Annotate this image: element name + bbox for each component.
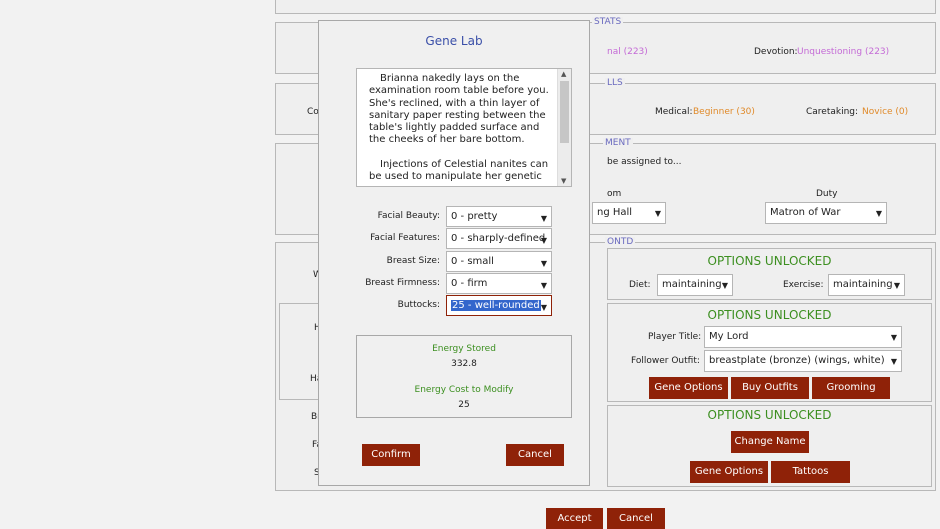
scroll-up-icon[interactable]: ▲	[561, 70, 566, 78]
duty-select[interactable]: Matron of War ▼	[765, 202, 887, 224]
gene-lab-dialog: Gene Lab Brianna nakedly lays on the exa…	[318, 20, 590, 486]
cancel-button[interactable]: Cancel	[607, 508, 665, 529]
field-label: Facial Beauty:	[377, 211, 440, 221]
diet-label: Diet:	[629, 280, 651, 290]
chevron-down-icon: ▼	[540, 281, 547, 290]
dialog-title: Gene Lab	[425, 34, 483, 48]
chevron-down-icon: ▼	[893, 281, 900, 290]
devotion-label: Devotion:	[754, 47, 798, 57]
devotion-value: Unquestioning (223)	[797, 47, 890, 57]
energy-cost-label: Energy Cost to Modify	[414, 385, 514, 395]
caretaking-value: Novice (0)	[862, 107, 909, 117]
panel-title: OPTIONS UNLOCKED	[707, 254, 832, 268]
duty-select-value: Matron of War	[770, 207, 841, 218]
exercise-select-value: maintaining	[833, 279, 893, 290]
description-textarea[interactable]: Brianna nakedly lays on the examination …	[356, 68, 572, 187]
panel-title: OPTIONS UNLOCKED	[707, 408, 832, 422]
chevron-down-icon: ▼	[540, 259, 547, 268]
description-paragraph: Brianna nakedly lays on the examination …	[369, 73, 549, 146]
scroll-down-icon[interactable]: ▼	[561, 177, 566, 185]
player-title-label: Player Title:	[648, 332, 702, 342]
buy-outfits-button[interactable]: Buy Outfits	[731, 377, 809, 399]
field-label: Facial Features:	[370, 233, 440, 243]
diet-select-value: maintaining	[662, 279, 722, 290]
field-label: Breast Firmness:	[365, 278, 440, 288]
field-value: 0 - pretty	[451, 211, 498, 222]
gene-options-button[interactable]: Gene Options	[649, 377, 728, 399]
dialog-cancel-button[interactable]: Cancel	[506, 444, 564, 466]
chevron-down-icon: ▼	[721, 281, 728, 290]
energy-box: Energy Stored 332.8 Energy Cost to Modif…	[356, 335, 572, 418]
energy-stored-label: Energy Stored	[432, 344, 496, 354]
field-value: 0 - small	[451, 256, 494, 267]
scroll-thumb[interactable]	[560, 81, 569, 143]
room-select[interactable]: ng Hall ▼	[592, 202, 666, 224]
textarea-scrollbar[interactable]: ▲ ▼	[557, 69, 571, 186]
grooming-button[interactable]: Grooming	[812, 377, 890, 399]
diet-select[interactable]: maintaining ▼	[657, 274, 733, 296]
follower-outfit-label: Follower Outfit:	[631, 356, 700, 366]
chevron-down-icon: ▼	[890, 357, 897, 366]
gene-options-button[interactable]: Gene Options	[690, 461, 768, 483]
energy-cost-value: 25	[458, 400, 470, 410]
accept-button[interactable]: Accept	[546, 508, 603, 529]
skills-legend: LLS	[605, 78, 625, 88]
player-title-value: My Lord	[709, 331, 749, 342]
breast-size-select[interactable]: 0 - small ▼	[446, 251, 552, 272]
buttocks-select[interactable]: 25 - well-rounded ▼	[446, 295, 552, 316]
field-value: 25 - well-rounded	[451, 300, 541, 311]
player-title-select[interactable]: My Lord ▼	[704, 326, 902, 348]
chevron-down-icon: ▼	[540, 214, 547, 223]
field-label: Breast Size:	[386, 256, 440, 266]
confirm-button[interactable]: Confirm	[362, 444, 420, 466]
assignment-text: be assigned to...	[607, 157, 682, 167]
energy-stored-value: 332.8	[451, 359, 477, 369]
follower-outfit-value: breastplate (bronze) (wings, white)	[709, 355, 885, 366]
contd-legend: ONTD	[605, 237, 636, 247]
caretaking-label: Caretaking:	[806, 107, 859, 117]
description-paragraph: Injections of Celestial nanites can be u…	[369, 158, 549, 183]
stats-partial-value: nal (223)	[607, 47, 648, 57]
exercise-select[interactable]: maintaining ▼	[828, 274, 905, 296]
panel-title: OPTIONS UNLOCKED	[707, 308, 832, 322]
duty-header: Duty	[816, 189, 838, 199]
chevron-down-icon: ▼	[654, 209, 661, 218]
facial-beauty-select[interactable]: 0 - pretty ▼	[446, 206, 552, 227]
follower-outfit-select[interactable]: breastplate (bronze) (wings, white) ▼	[704, 350, 902, 372]
exercise-label: Exercise:	[783, 280, 824, 290]
chevron-down-icon: ▼	[890, 333, 897, 342]
field-value: 0 - firm	[451, 278, 488, 289]
field-label: Buttocks:	[397, 300, 440, 310]
change-name-button[interactable]: Change Name	[731, 431, 809, 453]
top-section-box	[275, 0, 936, 14]
facial-features-select[interactable]: 0 - sharply-defined ▼	[446, 228, 552, 249]
breast-firmness-select[interactable]: 0 - firm ▼	[446, 273, 552, 294]
stats-legend: STATS	[592, 17, 624, 27]
room-header: om	[607, 189, 622, 199]
chevron-down-icon: ▼	[540, 303, 547, 312]
field-value: 0 - sharply-defined	[451, 233, 546, 244]
medical-value: Beginner (30)	[693, 107, 755, 117]
tattoos-button[interactable]: Tattoos	[771, 461, 850, 483]
assignment-legend: MENT	[603, 138, 633, 148]
room-select-value: ng Hall	[597, 207, 633, 218]
medical-label: Medical:	[655, 107, 693, 117]
chevron-down-icon: ▼	[875, 209, 882, 218]
chevron-down-icon: ▼	[540, 236, 547, 245]
